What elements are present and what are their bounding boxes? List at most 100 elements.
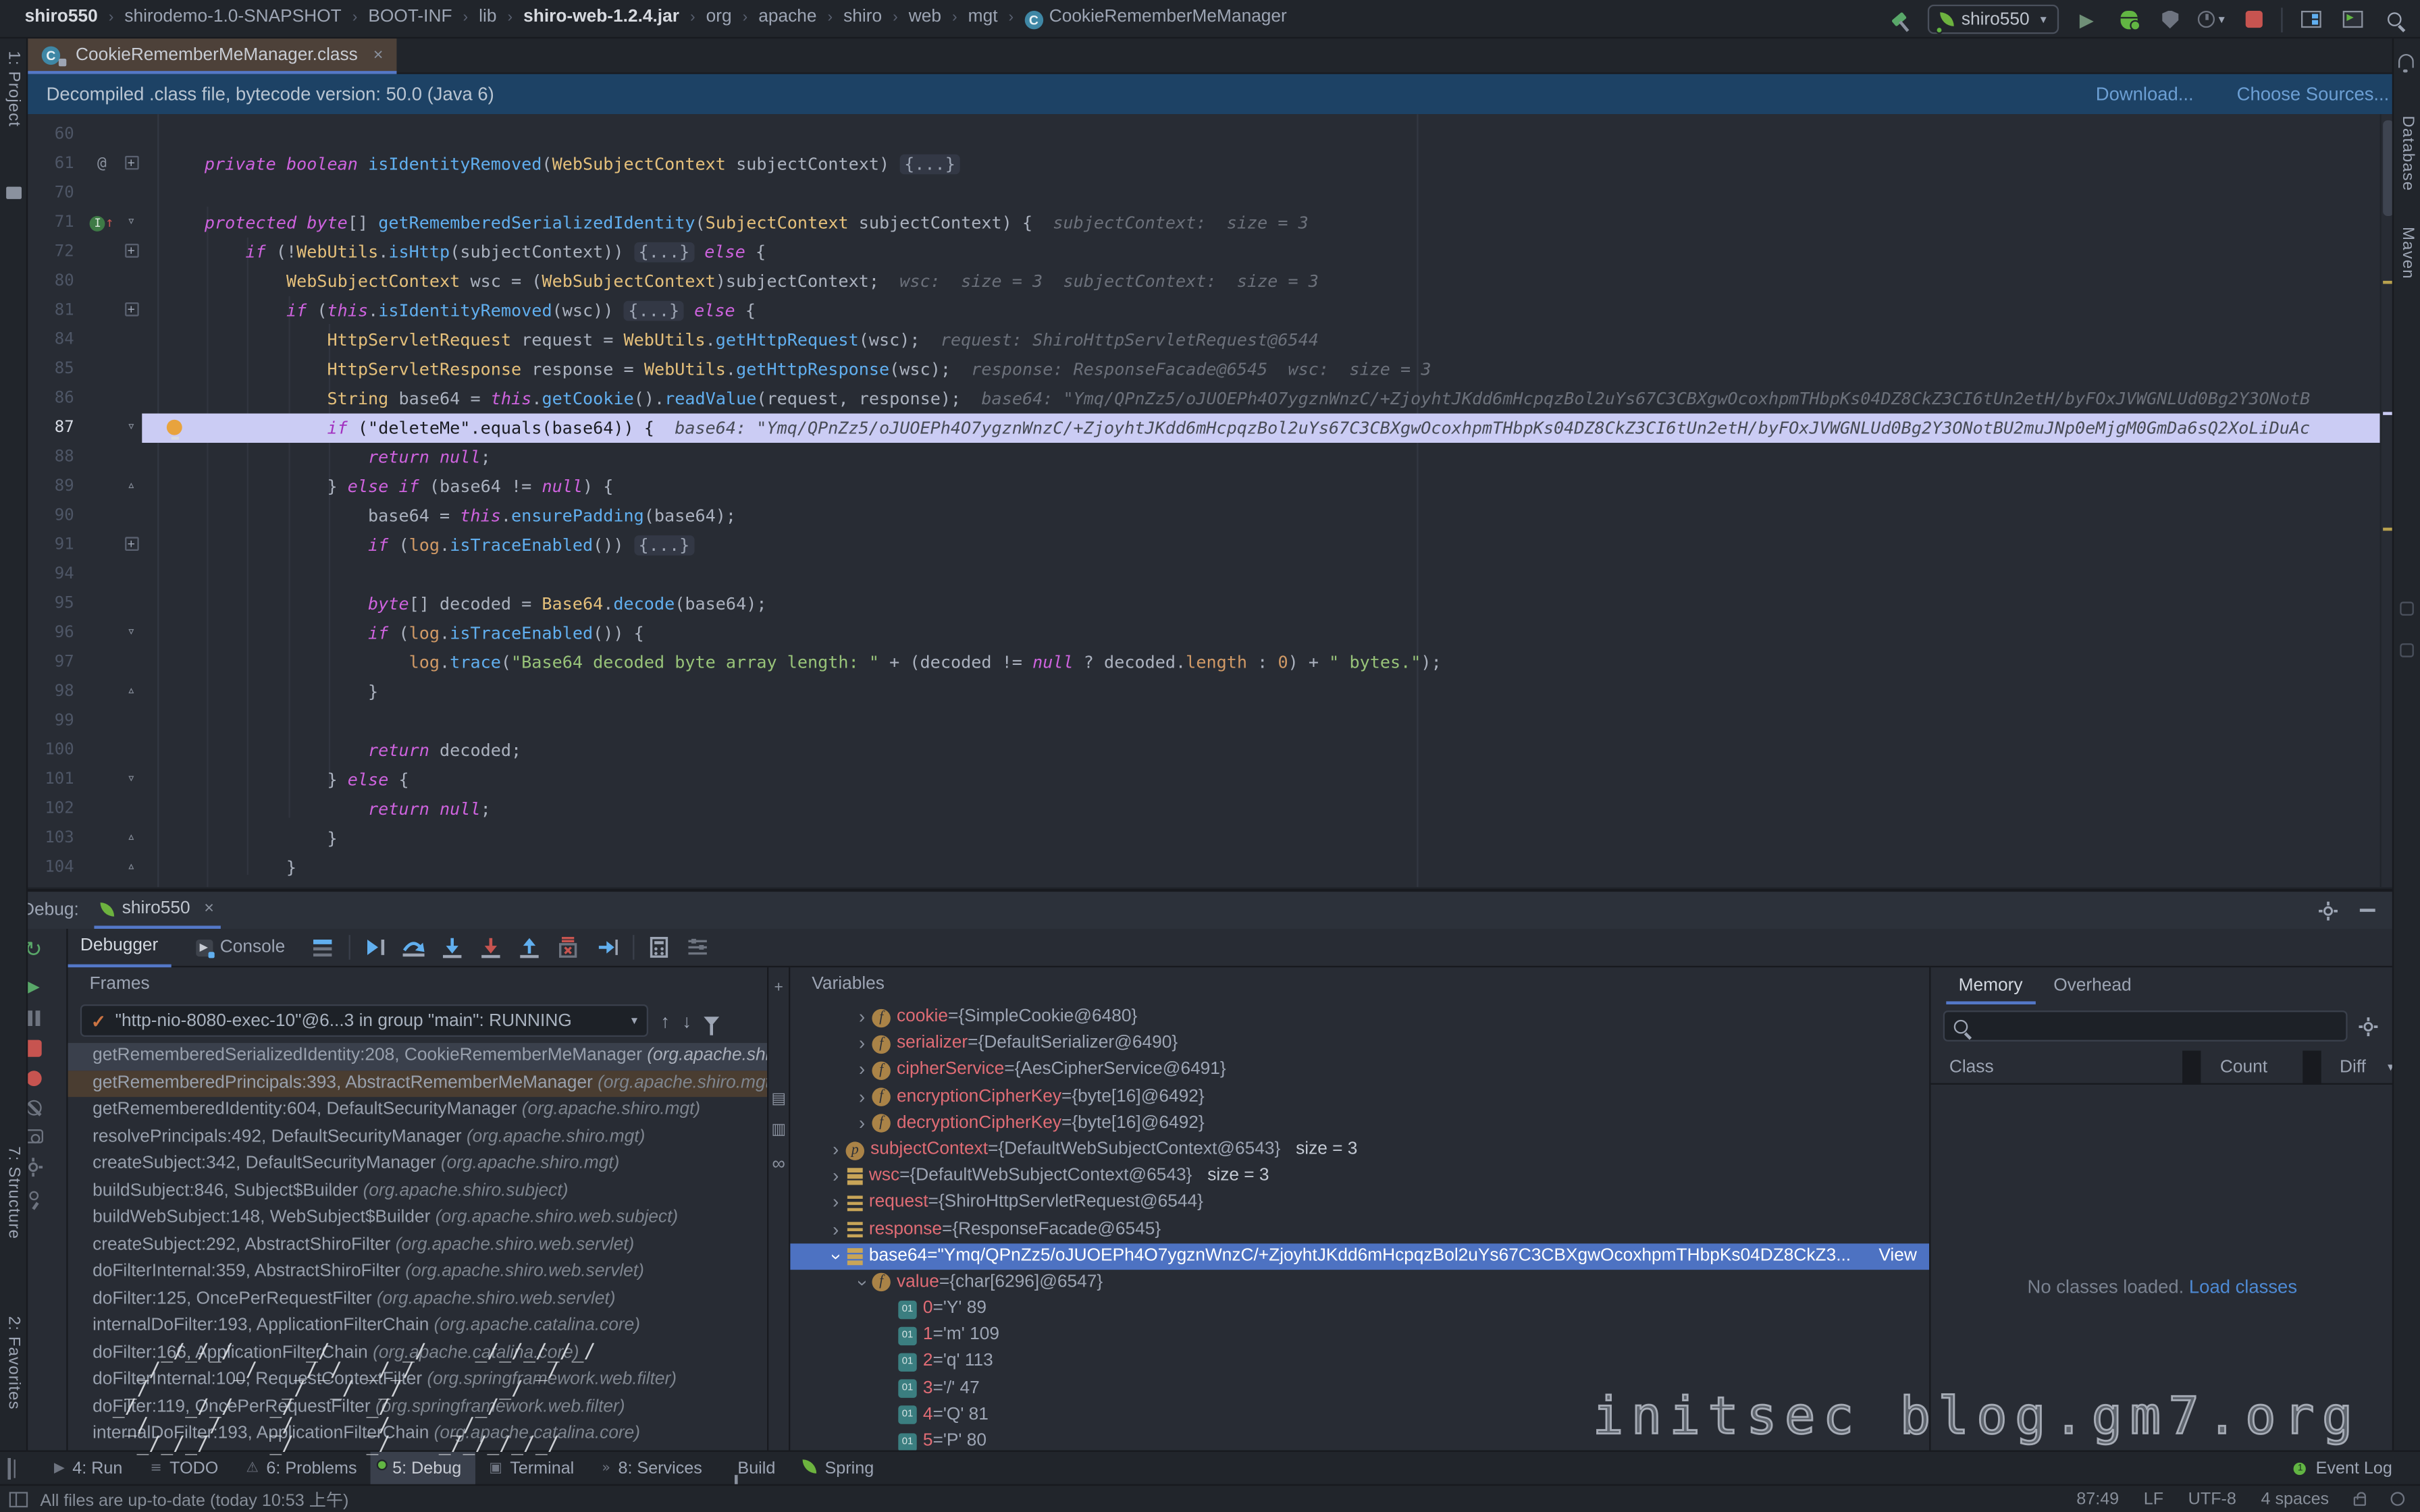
debug-button[interactable]	[2114, 5, 2142, 33]
stop-button[interactable]	[2240, 5, 2267, 33]
code-line[interactable]: 102 return null;	[28, 794, 2394, 824]
run-to-cursor-icon[interactable]	[594, 934, 620, 961]
line-number[interactable]: 104	[28, 853, 83, 882]
view-value-link[interactable]: View	[1878, 1243, 1917, 1270]
code-line[interactable]: 88 return null;	[28, 443, 2394, 472]
code-text[interactable]: if (this.isIdentityRemoved(wsc)) {...} e…	[142, 296, 2394, 325]
variable-row[interactable]: ›fserializer = {DefaultSerializer@6490}	[790, 1031, 1929, 1057]
sidebar-item-favorites[interactable]: 2: Favorites	[5, 1316, 23, 1410]
toolwindow-button-build[interactable]: Build	[716, 1451, 789, 1485]
read-only-lock-icon[interactable]	[2354, 1496, 2366, 1506]
force-step-into-icon[interactable]	[478, 934, 504, 961]
fold-marker[interactable]: +	[120, 296, 142, 325]
code-line[interactable]: 86 String base64 = this.getCookie().read…	[28, 384, 2394, 413]
variable-row[interactable]: ›psubjectContext = {DefaultWebSubjectCon…	[790, 1137, 1929, 1163]
code-line[interactable]: 104▵ }	[28, 853, 2394, 882]
tab-overhead[interactable]: Overhead	[2041, 967, 2144, 1004]
fold-marker[interactable]	[120, 267, 142, 296]
column-class[interactable]: Class	[1930, 1058, 2183, 1076]
line-number[interactable]: 60	[28, 120, 83, 149]
code-text[interactable]: return null;	[142, 443, 2394, 472]
fold-marker[interactable]: ▿	[120, 765, 142, 794]
line-number[interactable]: 72	[28, 238, 83, 267]
resume-icon[interactable]: ▶	[26, 977, 39, 997]
code-text[interactable]: } else {	[142, 765, 2394, 794]
fold-marker[interactable]: ▵	[120, 472, 142, 501]
run-button[interactable]: ▶	[2073, 5, 2101, 33]
fold-marker[interactable]	[120, 120, 142, 149]
view-options-icon[interactable]	[685, 934, 711, 961]
frame-row[interactable]: internalDoFilter:193, ApplicationFilterC…	[68, 1313, 767, 1340]
fold-marker[interactable]	[120, 384, 142, 413]
column-diff[interactable]: Diff	[2321, 1058, 2366, 1076]
evaluate-expression-icon[interactable]	[646, 934, 673, 961]
fold-marker[interactable]: ▿	[120, 619, 142, 648]
line-number[interactable]: 86	[28, 384, 83, 413]
close-tab-icon[interactable]: ×	[373, 45, 384, 63]
drop-frame-icon[interactable]	[555, 934, 581, 961]
line-number[interactable]: 88	[28, 443, 83, 472]
code-line[interactable]: 87▿ if ("deleteMe".equals(base64)) { bas…	[28, 414, 2394, 443]
line-number[interactable]: 91	[28, 531, 83, 560]
fold-expand-icon[interactable]: +	[124, 156, 138, 170]
code-text[interactable]: private boolean isIdentityRemoved(WebSub…	[142, 150, 2394, 179]
toolwindow-button-spring[interactable]: Spring	[789, 1451, 888, 1485]
code-line[interactable]: 98▵ }	[28, 677, 2394, 706]
debug-session-tab[interactable]: shiro550 ×	[95, 892, 220, 929]
chevron-collapsed-icon[interactable]: ›	[852, 1110, 872, 1137]
chevron-expanded-icon[interactable]: ›	[822, 1246, 849, 1266]
indent-setting[interactable]: 4 spaces	[2261, 1490, 2330, 1508]
line-number[interactable]: 71	[28, 209, 83, 238]
fold-marker[interactable]	[120, 443, 142, 472]
code-text[interactable]	[142, 179, 2394, 208]
frame-row[interactable]: createSubject:292, AbstractShiroFilter (…	[68, 1232, 767, 1259]
thread-selector[interactable]: ✓ "http-nio-8080-exec-10"@6...3 in group…	[80, 1004, 648, 1037]
variable-row[interactable]: 011 = 'm' 109	[790, 1322, 1929, 1349]
code-line[interactable]: 84 HttpServletRequest request = WebUtils…	[28, 325, 2394, 354]
breadcrumb-item[interactable]: web	[909, 7, 941, 26]
code-text[interactable]	[142, 707, 2394, 736]
code-editor[interactable]: 6061@+ private boolean isIdentityRemoved…	[28, 114, 2394, 887]
frame-row[interactable]: createSubject:342, DefaultSecurityManage…	[68, 1151, 767, 1178]
code-line[interactable]: 60	[28, 120, 2394, 149]
code-line[interactable]: 72+ if (!WebUtils.isHttp(subjectContext)…	[28, 238, 2394, 267]
code-line[interactable]: 71I↑▿ protected byte[] getRememberedSeri…	[28, 209, 2394, 238]
fold-marker[interactable]	[120, 502, 142, 531]
line-number[interactable]: 95	[28, 589, 83, 618]
hide-panel-icon[interactable]	[2360, 909, 2375, 912]
code-text[interactable]: base64 = this.ensurePadding(base64);	[142, 502, 2394, 531]
layers-icon[interactable]: ▥	[771, 1122, 786, 1139]
code-line[interactable]: 103▵ }	[28, 824, 2394, 853]
settings-gear-icon[interactable]	[2318, 900, 2338, 921]
frame-row[interactable]: buildWebSubject:148, WebSubject$Builder …	[68, 1205, 767, 1232]
code-text[interactable]: if ("deleteMe".equals(base64)) { base64:…	[142, 414, 2394, 443]
breadcrumb-item[interactable]: BOOT-INF	[368, 7, 452, 26]
line-number[interactable]: 102	[28, 794, 83, 824]
fold-marker[interactable]	[120, 325, 142, 354]
fold-marker[interactable]	[120, 179, 142, 208]
show-execution-point-icon[interactable]	[363, 934, 389, 961]
fold-marker[interactable]: ▿	[120, 209, 142, 238]
line-ending[interactable]: LF	[2144, 1490, 2163, 1508]
tab-console[interactable]: ▶Console	[183, 928, 298, 967]
variable-row[interactable]: ›wsc = {DefaultWebSubjectContext@6543}si…	[790, 1164, 1929, 1190]
frame-row[interactable]: doFilterInternal:100, RequestContextFilt…	[68, 1367, 767, 1394]
implementing-method-icon[interactable]: I	[90, 216, 105, 232]
fold-expand-icon[interactable]: +	[124, 302, 138, 317]
code-text[interactable]: }	[142, 824, 2394, 853]
line-number[interactable]: 89	[28, 472, 83, 501]
pause-icon[interactable]	[27, 1010, 39, 1026]
variable-row[interactable]: ›fvalue = {char[6296]@6547}	[790, 1270, 1929, 1296]
breadcrumb-item[interactable]: shirodemo-1.0-SNAPSHOT	[124, 7, 341, 26]
frame-row[interactable]: doFilter:119, OncePerRequestFilter (org.…	[68, 1394, 767, 1421]
fold-expand-icon[interactable]: +	[124, 537, 138, 551]
line-number[interactable]: 80	[28, 267, 83, 296]
line-number[interactable]: 94	[28, 560, 83, 589]
line-number[interactable]: 84	[28, 325, 83, 354]
code-line[interactable]: 81+ if (this.isIdentityRemoved(wsc)) {..…	[28, 296, 2394, 325]
chevron-collapsed-icon[interactable]: ›	[852, 1031, 872, 1057]
caret-position[interactable]: 87:49	[2076, 1490, 2119, 1508]
tab-cookieremembermemanager[interactable]: C CookieRememberMeManager.class ×	[28, 38, 397, 74]
variable-row[interactable]: ›base64 = "Ymq/QPnZz5/oJUOEPh4O7ygznWnzC…	[790, 1243, 1929, 1270]
fold-marker[interactable]: +	[120, 531, 142, 560]
